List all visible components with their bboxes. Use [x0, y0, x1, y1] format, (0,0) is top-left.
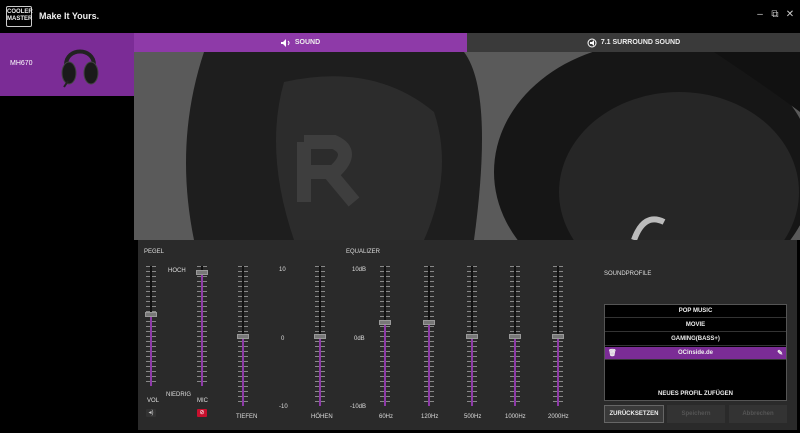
- mic-slider[interactable]: [195, 266, 209, 386]
- device-name: MH670: [10, 60, 33, 67]
- tone-scale-min: -10: [279, 404, 288, 410]
- save-button[interactable]: Speichern: [667, 405, 725, 423]
- level-high-label: HOCH: [168, 268, 186, 274]
- title-bar: COOLERMASTER Make It Yours. – ⧉ ✕: [0, 0, 800, 33]
- soundprofile-title: SOUNDPROFILE: [604, 271, 651, 277]
- profile-item[interactable]: MOVIE: [605, 319, 786, 332]
- hoehen-label: HÖHEN: [311, 414, 333, 420]
- add-profile-label: NEUES PROFIL ZUFÜGEN: [658, 391, 733, 397]
- tiefen-slider[interactable]: [236, 266, 250, 406]
- hoehen-slider[interactable]: [313, 266, 327, 406]
- eq-band-500hz[interactable]: [465, 266, 479, 406]
- profile-item-selected[interactable]: 🗑 OCinside.de ✎: [605, 347, 786, 360]
- profile-item[interactable]: POP MUSIC: [605, 305, 786, 318]
- eq-band-1000hz[interactable]: [508, 266, 522, 406]
- close-icon[interactable]: ✕: [784, 9, 796, 20]
- eq-band-label: 120Hz: [421, 414, 438, 420]
- headset-hero-image: [134, 52, 800, 240]
- eq-band-120hz[interactable]: [422, 266, 436, 406]
- tiefen-label: TIEFEN: [236, 414, 257, 420]
- eq-band-label: 60Hz: [379, 414, 393, 420]
- mic-label: MIC: [197, 398, 208, 404]
- level-low-label: NIEDRIG: [166, 392, 191, 398]
- edit-icon[interactable]: ✎: [777, 349, 783, 357]
- eq-band-60hz[interactable]: [378, 266, 392, 406]
- vol-slider-thumb[interactable]: [145, 312, 157, 317]
- device-item-mh670[interactable]: MH670: [0, 33, 134, 96]
- vol-label: VOL: [147, 398, 159, 404]
- surround-icon: [587, 38, 597, 48]
- eq-band-thumb[interactable]: [552, 334, 564, 339]
- reset-button[interactable]: ZURÜCKSETZEN: [604, 405, 664, 423]
- minimize-icon[interactable]: –: [754, 9, 766, 20]
- eq-scale-mid: 0dB: [354, 336, 365, 342]
- eq-band-thumb[interactable]: [509, 334, 521, 339]
- soundprofile-list: POP MUSIC MOVIE GAMING(BASS+) 🗑 OCinside…: [604, 304, 787, 401]
- profile-item-label: GAMING(BASS+): [671, 336, 720, 342]
- eq-band-2000hz[interactable]: [551, 266, 565, 406]
- cooler-master-logo: COOLERMASTER: [6, 6, 32, 27]
- tab-surround[interactable]: 7.1 SURROUND SOUND: [467, 33, 800, 52]
- tone-scale-max: 10: [279, 267, 286, 273]
- profile-item[interactable]: GAMING(BASS+): [605, 333, 786, 346]
- mic-slider-thumb[interactable]: [196, 270, 208, 275]
- eq-band-label: 500Hz: [464, 414, 481, 420]
- app-tagline: Make It Yours.: [39, 11, 99, 21]
- headset-icon: [60, 41, 100, 89]
- trash-icon[interactable]: 🗑: [608, 349, 617, 357]
- eq-band-thumb[interactable]: [379, 320, 391, 325]
- profile-item-label: OCinside.de: [678, 350, 713, 356]
- eq-band-label: 2000Hz: [548, 414, 569, 420]
- tab-bar: SOUND 7.1 SURROUND SOUND: [134, 33, 800, 52]
- equalizer-title: EQUALIZER: [346, 249, 380, 255]
- hoehen-slider-thumb[interactable]: [314, 334, 326, 339]
- profile-item-label: POP MUSIC: [679, 308, 713, 314]
- eq-scale-max: 10dB: [352, 267, 366, 273]
- eq-band-label: 1000Hz: [505, 414, 526, 420]
- mic-mute-icon[interactable]: ⊘: [197, 409, 207, 417]
- eq-band-thumb[interactable]: [423, 320, 435, 325]
- eq-band-thumb[interactable]: [466, 334, 478, 339]
- tone-scale-mid: 0: [281, 336, 284, 342]
- device-sidebar: MH670: [0, 33, 134, 433]
- pegel-title: PEGEL: [144, 249, 164, 255]
- tab-sound[interactable]: SOUND: [134, 33, 467, 52]
- vol-slider[interactable]: [144, 266, 158, 386]
- eq-scale-min: -10dB: [350, 404, 366, 410]
- add-profile-button[interactable]: NEUES PROFIL ZUFÜGEN: [605, 387, 786, 400]
- profile-item-label: MOVIE: [686, 322, 705, 328]
- tiefen-slider-thumb[interactable]: [237, 334, 249, 339]
- speaker-icon: [281, 39, 291, 47]
- speaker-icon[interactable]: ◂): [146, 409, 156, 417]
- tab-surround-label: 7.1 SURROUND SOUND: [601, 39, 680, 46]
- tab-sound-label: SOUND: [295, 39, 320, 46]
- cancel-button[interactable]: Abbrechen: [729, 405, 787, 423]
- restore-icon[interactable]: ⧉: [769, 9, 781, 20]
